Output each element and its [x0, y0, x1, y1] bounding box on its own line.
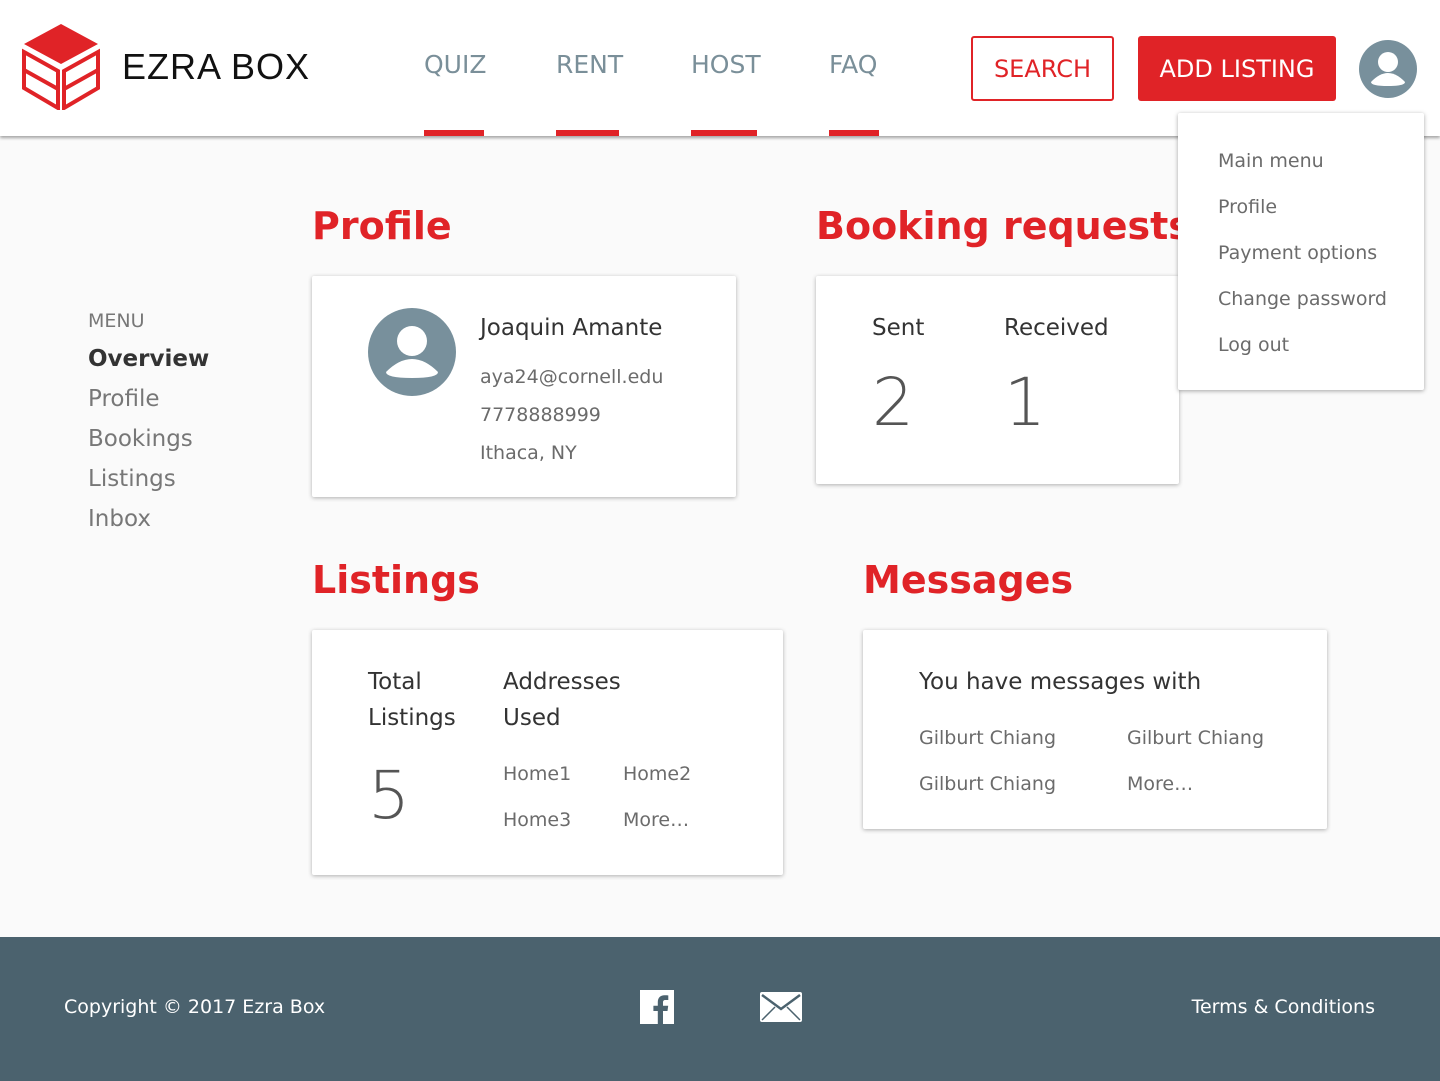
message-contact-link[interactable]: Gilburt Chiang	[919, 773, 1056, 795]
sidebar-item-inbox[interactable]: Inbox	[88, 506, 151, 532]
total-listings-label-line1: Total	[368, 669, 422, 695]
listings-section-title: Listings	[312, 558, 480, 602]
dropdown-item-profile[interactable]: Profile	[1218, 196, 1277, 218]
messages-more-link[interactable]: More…	[1127, 773, 1193, 795]
sidebar-heading: MENU	[88, 310, 145, 332]
site-footer: Copyright © 2017 Ezra Box Terms & Condit…	[0, 937, 1440, 1081]
addresses-used-label-line2: Used	[503, 705, 561, 731]
terms-and-conditions-link[interactable]: Terms & Conditions	[1192, 996, 1375, 1018]
profile-phone: 7778888999	[480, 404, 601, 426]
user-avatar-icon[interactable]	[1359, 40, 1417, 98]
nav-quiz-underline	[424, 130, 484, 136]
add-listing-button[interactable]: ADD LISTING	[1138, 36, 1336, 101]
messages-card: You have messages with Gilburt Chiang Gi…	[863, 630, 1327, 829]
sidebar-item-profile[interactable]: Profile	[88, 386, 160, 412]
nav-faq-underline	[829, 130, 879, 136]
facebook-icon[interactable]	[640, 990, 674, 1024]
profile-section-title: Profile	[312, 204, 452, 248]
sidebar-item-listings[interactable]: Listings	[88, 466, 176, 492]
total-listings-count[interactable]: 5	[368, 757, 410, 834]
sidebar-item-bookings[interactable]: Bookings	[88, 426, 193, 452]
bookings-received-label: Received	[1004, 315, 1109, 341]
dropdown-item-change-password[interactable]: Change password	[1218, 288, 1387, 310]
dropdown-item-payment-options[interactable]: Payment options	[1218, 242, 1377, 264]
message-contact-link[interactable]: Gilburt Chiang	[919, 727, 1056, 749]
addresses-more-link[interactable]: More…	[623, 809, 689, 831]
bookings-received-count[interactable]: 1	[1004, 364, 1046, 441]
message-contact-link[interactable]: Gilburt Chiang	[1127, 727, 1264, 749]
addresses-used-label-line1: Addresses	[503, 669, 621, 695]
cube-logo-icon[interactable]	[22, 22, 100, 110]
total-listings-label-line2: Listings	[368, 705, 456, 731]
dropdown-item-log-out[interactable]: Log out	[1218, 334, 1289, 356]
brand-name[interactable]: EZRA BOX	[122, 46, 310, 88]
bookings-sent-label: Sent	[872, 315, 925, 341]
address-link-home2[interactable]: Home2	[623, 763, 691, 785]
nav-rent-underline	[556, 130, 619, 136]
messages-section-title: Messages	[863, 558, 1074, 602]
nav-rent[interactable]: RENT	[556, 50, 623, 79]
listings-card: Total Listings Addresses Used 5 Home1 Ho…	[312, 630, 783, 875]
nav-host-underline	[691, 130, 757, 136]
search-button[interactable]: SEARCH	[971, 36, 1114, 101]
bookings-sent-count[interactable]: 2	[872, 364, 914, 441]
profile-name: Joaquin Amante	[480, 315, 663, 341]
nav-faq[interactable]: FAQ	[829, 50, 877, 79]
booking-requests-title: Booking requests	[816, 204, 1191, 248]
footer-copyright: Copyright © 2017 Ezra Box	[64, 996, 326, 1018]
dropdown-item-main-menu[interactable]: Main menu	[1218, 150, 1324, 172]
user-dropdown-menu: Main menu Profile Payment options Change…	[1178, 113, 1424, 390]
messages-intro: You have messages with	[919, 669, 1202, 695]
mail-icon[interactable]	[760, 992, 802, 1022]
nav-quiz[interactable]: QUIZ	[424, 50, 486, 79]
profile-location: Ithaca, NY	[480, 442, 577, 464]
booking-requests-card: Sent Received 2 1	[816, 276, 1179, 484]
address-link-home3[interactable]: Home3	[503, 809, 571, 831]
profile-avatar-icon	[368, 308, 456, 396]
profile-email: aya24@cornell.edu	[480, 366, 664, 388]
address-link-home1[interactable]: Home1	[503, 763, 571, 785]
profile-card: Joaquin Amante aya24@cornell.edu 7778888…	[312, 276, 736, 497]
nav-host[interactable]: HOST	[691, 50, 761, 79]
sidebar-item-overview[interactable]: Overview	[88, 346, 209, 372]
